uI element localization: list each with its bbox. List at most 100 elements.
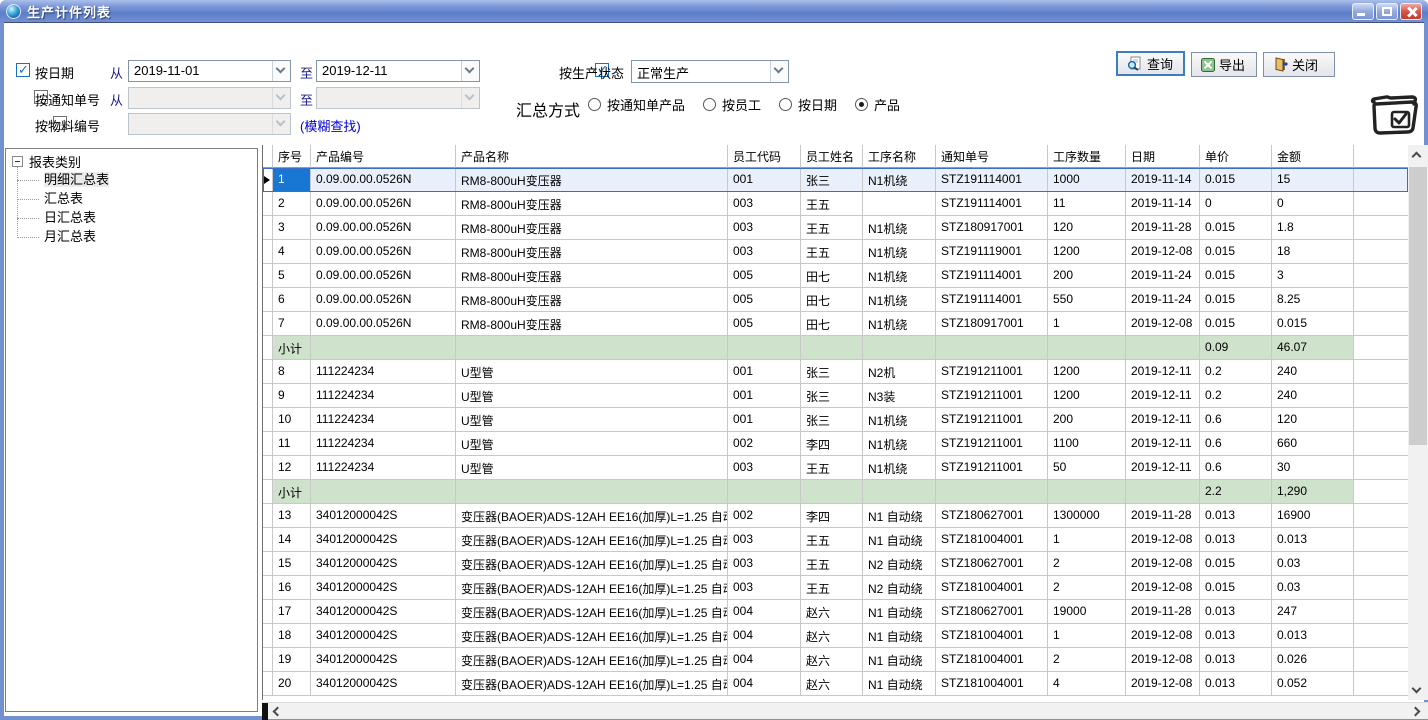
table-row[interactable]: 60.09.00.00.0526NRM8-800uH变压器005田七N1机绕ST… bbox=[263, 288, 1408, 312]
tree-root[interactable]: 报表类别 bbox=[6, 149, 257, 170]
by-date-checkbox[interactable] bbox=[16, 63, 30, 77]
column-header-10[interactable]: 金额 bbox=[1272, 145, 1354, 168]
table-cell: 2019-11-28 bbox=[1126, 216, 1200, 240]
table-row[interactable]: 12111224234U型管003王五N1机绕STZ19121100150201… bbox=[263, 456, 1408, 480]
scroll-up-button[interactable] bbox=[1408, 145, 1428, 165]
tree-item-label: 明细汇总表 bbox=[44, 172, 109, 187]
summary-radio-2[interactable] bbox=[779, 98, 792, 111]
date-from-combo[interactable]: 2019-11-01 bbox=[128, 60, 291, 82]
vertical-scrollbar[interactable] bbox=[1408, 145, 1428, 700]
column-header-1[interactable]: 产品编号 bbox=[311, 145, 456, 168]
table-cell: STZ180917001 bbox=[936, 216, 1048, 240]
table-cell: 0.015 bbox=[1200, 264, 1272, 288]
table-row[interactable]: 20.09.00.00.0526NRM8-800uH变压器003王五STZ191… bbox=[263, 192, 1408, 216]
filler-cell bbox=[1354, 288, 1408, 312]
table-row[interactable]: 30.09.00.00.0526NRM8-800uH变压器003王五N1机绕ST… bbox=[263, 216, 1408, 240]
table-row[interactable]: 1834012000042S变压器(BAOER)ADS-12AH EE16(加厚… bbox=[263, 624, 1408, 648]
horizontal-scrollbar[interactable] bbox=[262, 702, 1428, 719]
summary-radio-label: 产品 bbox=[874, 95, 900, 114]
column-header-9[interactable]: 单价 bbox=[1200, 145, 1272, 168]
subtotal-row[interactable]: 小计2.21,290 bbox=[263, 480, 1408, 504]
row-gutter bbox=[263, 192, 273, 216]
table-cell: 20 bbox=[273, 672, 311, 696]
table-cell: 003 bbox=[728, 456, 801, 480]
summary-radio-1[interactable] bbox=[703, 98, 716, 111]
query-button[interactable]: 查询 bbox=[1116, 51, 1185, 76]
excel-export-icon bbox=[1201, 58, 1215, 72]
table-row[interactable]: 1634012000042S变压器(BAOER)ADS-12AH EE16(加厚… bbox=[263, 576, 1408, 600]
row-pointer-icon bbox=[264, 176, 270, 184]
column-header-3[interactable]: 员工代码 bbox=[728, 145, 801, 168]
tree-item-2[interactable]: 日汇总表 bbox=[6, 208, 257, 227]
table-row[interactable]: 10.09.00.00.0526NRM8-800uH变压器001张三N1机绕ST… bbox=[263, 168, 1408, 192]
table-row[interactable]: 9111224234U型管001张三N3装STZ1912110011200201… bbox=[263, 384, 1408, 408]
scroll-down-button[interactable] bbox=[1408, 680, 1428, 700]
table-cell: RM8-800uH变压器 bbox=[456, 288, 728, 312]
table-row[interactable]: 1734012000042S变压器(BAOER)ADS-12AH EE16(加厚… bbox=[263, 600, 1408, 624]
column-header-4[interactable]: 员工姓名 bbox=[801, 145, 863, 168]
table-row[interactable]: 11111224234U型管002李四N1机绕STZ19121100111002… bbox=[263, 432, 1408, 456]
table-row[interactable]: 8111224234U型管001张三N2机STZ1912110011200201… bbox=[263, 360, 1408, 384]
column-header-0[interactable]: 序号 bbox=[273, 145, 311, 168]
column-header-5[interactable]: 工序名称 bbox=[863, 145, 936, 168]
summary-radio-0[interactable] bbox=[588, 98, 601, 111]
chevron-down-icon bbox=[272, 114, 290, 134]
scroll-left-button[interactable] bbox=[268, 703, 288, 720]
folder-check-icon[interactable] bbox=[1368, 90, 1420, 136]
table-cell: 2019-12-08 bbox=[1126, 576, 1200, 600]
maximize-button[interactable] bbox=[1376, 3, 1398, 20]
table-cell: 王五 bbox=[801, 528, 863, 552]
table-row[interactable]: 1534012000042S变压器(BAOER)ADS-12AH EE16(加厚… bbox=[263, 552, 1408, 576]
close-window-button[interactable]: 关闭 bbox=[1263, 52, 1335, 77]
table-cell: 0.09.00.00.0526N bbox=[311, 264, 456, 288]
minimize-button[interactable] bbox=[1352, 3, 1374, 20]
table-cell: 003 bbox=[728, 216, 801, 240]
close-button[interactable] bbox=[1400, 3, 1422, 20]
table-cell: 1200 bbox=[1048, 240, 1126, 264]
summary-radio-3[interactable] bbox=[855, 98, 868, 111]
chevron-down-icon[interactable] bbox=[461, 61, 479, 81]
scroll-right-button[interactable] bbox=[1408, 703, 1428, 720]
table-row[interactable]: 1334012000042S变压器(BAOER)ADS-12AH EE16(加厚… bbox=[263, 504, 1408, 528]
table-cell bbox=[936, 480, 1048, 504]
table-row[interactable]: 10111224234U型管001张三N1机绕STZ19121100120020… bbox=[263, 408, 1408, 432]
table-cell: 0.09.00.00.0526N bbox=[311, 312, 456, 336]
table-row[interactable]: 1934012000042S变压器(BAOER)ADS-12AH EE16(加厚… bbox=[263, 648, 1408, 672]
tree-item-1[interactable]: 汇总表 bbox=[6, 189, 257, 208]
table-row[interactable]: 70.09.00.00.0526NRM8-800uH变压器005田七N1机绕ST… bbox=[263, 312, 1408, 336]
table-row[interactable]: 1434012000042S变压器(BAOER)ADS-12AH EE16(加厚… bbox=[263, 528, 1408, 552]
export-button[interactable]: 导出 bbox=[1191, 52, 1257, 77]
table-cell: 34012000042S bbox=[311, 600, 456, 624]
table-cell: 34012000042S bbox=[311, 552, 456, 576]
table-row[interactable]: 50.09.00.00.0526NRM8-800uH变压器005田七N1机绕ST… bbox=[263, 264, 1408, 288]
chevron-down-icon[interactable] bbox=[272, 61, 290, 81]
table-cell: 1 bbox=[1048, 624, 1126, 648]
column-header-2[interactable]: 产品名称 bbox=[456, 145, 728, 168]
tree-item-3[interactable]: 月汇总表 bbox=[6, 227, 257, 246]
table-cell: 111224234 bbox=[311, 384, 456, 408]
subtotal-row[interactable]: 小计0.0946.07 bbox=[263, 336, 1408, 360]
filler-cell bbox=[1354, 336, 1408, 360]
table-cell: STZ191114001 bbox=[936, 168, 1048, 192]
column-header-7[interactable]: 工序数量 bbox=[1048, 145, 1126, 168]
table-row[interactable]: 40.09.00.00.0526NRM8-800uH变压器003王五N1机绕ST… bbox=[263, 240, 1408, 264]
fuzzy-search-link[interactable]: (模糊查找) bbox=[300, 116, 361, 135]
table-cell: 0.013 bbox=[1200, 600, 1272, 624]
table-cell: 2019-11-24 bbox=[1126, 288, 1200, 312]
table-cell: 1 bbox=[273, 168, 311, 192]
column-header-6[interactable]: 通知单号 bbox=[936, 145, 1048, 168]
chevron-down-icon[interactable] bbox=[770, 61, 788, 82]
status-combo[interactable]: 正常生产 bbox=[631, 60, 789, 83]
tree-collapse-icon[interactable] bbox=[12, 156, 23, 167]
table-cell: STZ191211001 bbox=[936, 408, 1048, 432]
table-cell: 0.6 bbox=[1200, 456, 1272, 480]
table-cell: N2 自动绕 bbox=[863, 576, 936, 600]
table-row[interactable]: 2034012000042S变压器(BAOER)ADS-12AH EE16(加厚… bbox=[263, 672, 1408, 696]
table-cell: STZ191114001 bbox=[936, 264, 1048, 288]
table-cell: 李四 bbox=[801, 504, 863, 528]
vertical-scroll-thumb[interactable] bbox=[1409, 167, 1427, 445]
column-header-8[interactable]: 日期 bbox=[1126, 145, 1200, 168]
date-to-combo[interactable]: 2019-12-11 bbox=[316, 60, 480, 82]
table-cell: RM8-800uH变压器 bbox=[456, 216, 728, 240]
tree-item-0[interactable]: 明细汇总表 bbox=[6, 170, 257, 189]
